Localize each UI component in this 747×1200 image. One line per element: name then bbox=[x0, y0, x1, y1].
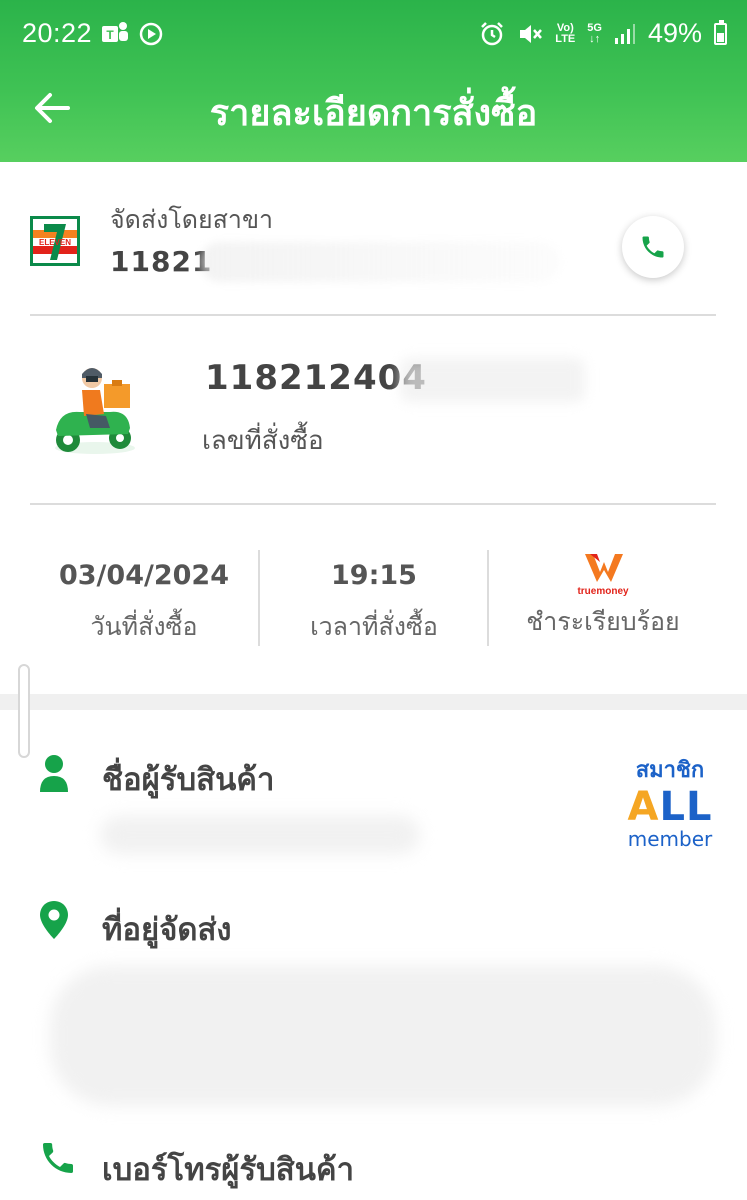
payment-status: truemoney ชำระเรียบร้อย bbox=[488, 550, 718, 650]
volte-indicator: Vo) LTE bbox=[555, 21, 576, 45]
branch-number: 11821 bbox=[110, 245, 213, 278]
volte-bottom-label: LTE bbox=[555, 32, 576, 45]
all-letter-a: A bbox=[627, 784, 660, 830]
all-member-logo-text: ALL bbox=[620, 787, 720, 827]
redacted-recipient-name bbox=[100, 816, 420, 854]
volte-top-label: Vo) bbox=[556, 21, 574, 34]
order-date-value: 03/04/2024 bbox=[58, 560, 229, 591]
all-member-top-label: สมาชิก bbox=[635, 758, 705, 783]
scrollbar-handle[interactable] bbox=[18, 664, 30, 758]
order-number: 118212404 bbox=[205, 358, 427, 398]
payment-status-label: ชำระเรียบร้อย bbox=[526, 607, 680, 636]
order-time-value: 19:15 bbox=[331, 560, 417, 591]
page-title: รายละเอียดการสั่งซื้อ bbox=[209, 93, 538, 134]
order-time-label: เวลาที่สั่งซื้อ bbox=[310, 612, 438, 641]
network-arrows-label: ↓↑ bbox=[589, 32, 601, 45]
app-header: 20:22 T Vo) LTE 5G ↓↑ 49% รายละเอียดการส… bbox=[0, 0, 747, 162]
phone-icon bbox=[642, 236, 664, 258]
mute-icon bbox=[520, 24, 543, 43]
order-number-caption: เลขที่สั่งซื้อ bbox=[202, 426, 324, 456]
section-separator-band bbox=[0, 694, 747, 710]
person-icon bbox=[40, 755, 68, 792]
network-indicator: 5G ↓↑ bbox=[587, 21, 602, 45]
status-bar: 20:22 T Vo) LTE 5G ↓↑ 49% bbox=[0, 0, 747, 68]
location-pin-icon bbox=[40, 901, 68, 939]
divider bbox=[30, 314, 716, 316]
recipient-section: ชื่อผู้รับสินค้า bbox=[30, 740, 716, 860]
teams-icon: T bbox=[102, 22, 128, 42]
order-time: 19:15 เวลาที่สั่งซื้อ bbox=[259, 550, 489, 650]
all-member-bottom-label: member bbox=[627, 827, 713, 851]
network-type-label: 5G bbox=[587, 21, 602, 34]
status-time: 20:22 bbox=[22, 18, 93, 48]
order-date: 03/04/2024 วันที่สั่งซื้อ bbox=[29, 550, 259, 650]
seven-logo-text: ELEVEN bbox=[39, 238, 71, 247]
play-circle-icon bbox=[139, 22, 163, 46]
recipient-title: ชื่อผู้รับสินค้า bbox=[102, 762, 275, 798]
battery-percent: 49% bbox=[647, 18, 702, 48]
truemoney-brand-text: truemoney bbox=[577, 586, 629, 596]
all-member-badge[interactable]: สมาชิก ALL member bbox=[620, 752, 720, 851]
phone-section: เบอร์โทรผู้รับสินค้า bbox=[30, 1130, 716, 1200]
order-section: 118212404 เลขที่สั่งซื้อ bbox=[30, 330, 716, 490]
redacted-branch-name bbox=[200, 242, 560, 282]
redacted-order-suffix bbox=[400, 358, 585, 402]
svg-text:T: T bbox=[106, 28, 114, 42]
phone-icon bbox=[43, 1143, 73, 1173]
redacted-address bbox=[50, 966, 716, 1106]
address-title: ที่อยู่จัดส่ง bbox=[102, 912, 232, 948]
truemoney-logo: truemoney bbox=[577, 554, 629, 596]
signal-icon bbox=[614, 23, 635, 44]
status-notification-icons: T bbox=[100, 20, 164, 48]
seven-eleven-logo: ELEVEN bbox=[30, 216, 80, 266]
alarm-icon bbox=[481, 21, 504, 45]
status-system-icons: Vo) LTE 5G ↓↑ 49% bbox=[479, 18, 727, 49]
order-info-row: 03/04/2024 วันที่สั่งซื้อ 19:15 เวลาที่ส… bbox=[0, 540, 747, 660]
phone-title: เบอร์โทรผู้รับสินค้า bbox=[102, 1152, 355, 1188]
call-branch-button[interactable] bbox=[622, 216, 684, 278]
battery-icon bbox=[714, 19, 727, 45]
divider bbox=[30, 503, 716, 505]
address-section: ที่อยู่จัดส่ง bbox=[30, 890, 716, 1120]
order-date-label: วันที่สั่งซื้อ bbox=[90, 612, 198, 641]
branch-section: ELEVEN จัดส่งโดยสาขา 11821 bbox=[30, 190, 716, 300]
branch-caption: จัดส่งโดยสาขา bbox=[110, 205, 274, 234]
delivery-scooter-icon bbox=[55, 368, 135, 454]
all-letters-ll: LL bbox=[659, 784, 713, 830]
